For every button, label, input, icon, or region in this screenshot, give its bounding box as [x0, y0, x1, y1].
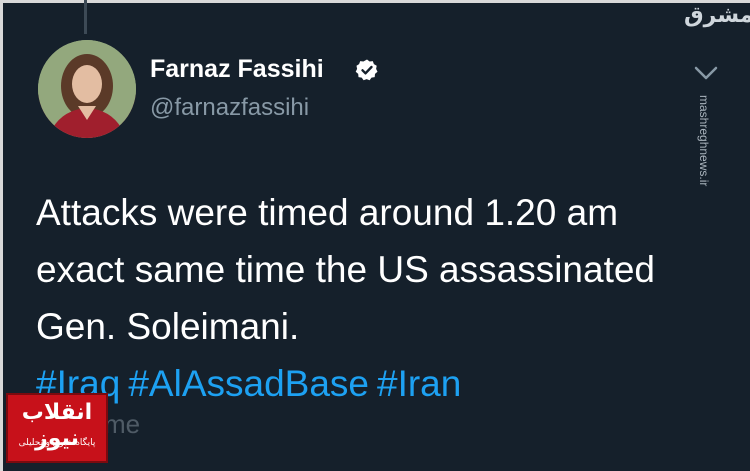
tweet-text: Attacks were timed around 1.20 am exact …: [36, 192, 656, 347]
display-name[interactable]: Farnaz Fassihi: [150, 55, 324, 84]
news-logo-tagline: پایگاه خبری و تحلیلی: [18, 437, 96, 447]
hashtag-link[interactable]: #AlAssadBase: [128, 363, 369, 404]
thread-line: [84, 0, 87, 34]
chevron-down-icon[interactable]: [693, 64, 719, 82]
enghelab-news-logo: انقلاب نیوز پایگاه خبری و تحلیلی: [6, 393, 108, 463]
mashregh-logo: مشرق: [684, 2, 750, 27]
ghost-overlay-text: me: [104, 409, 141, 439]
verified-badge-icon: [355, 59, 378, 81]
user-handle[interactable]: @farnazfassihi: [150, 94, 309, 122]
avatar-portrait: [38, 40, 136, 138]
mashregh-site-watermark: mashreghnews.ir: [697, 95, 731, 215]
avatar[interactable]: [38, 40, 136, 138]
hashtag-link[interactable]: #Iran: [377, 363, 461, 404]
mashregh-site-text: mashreghnews.ir: [697, 95, 711, 187]
